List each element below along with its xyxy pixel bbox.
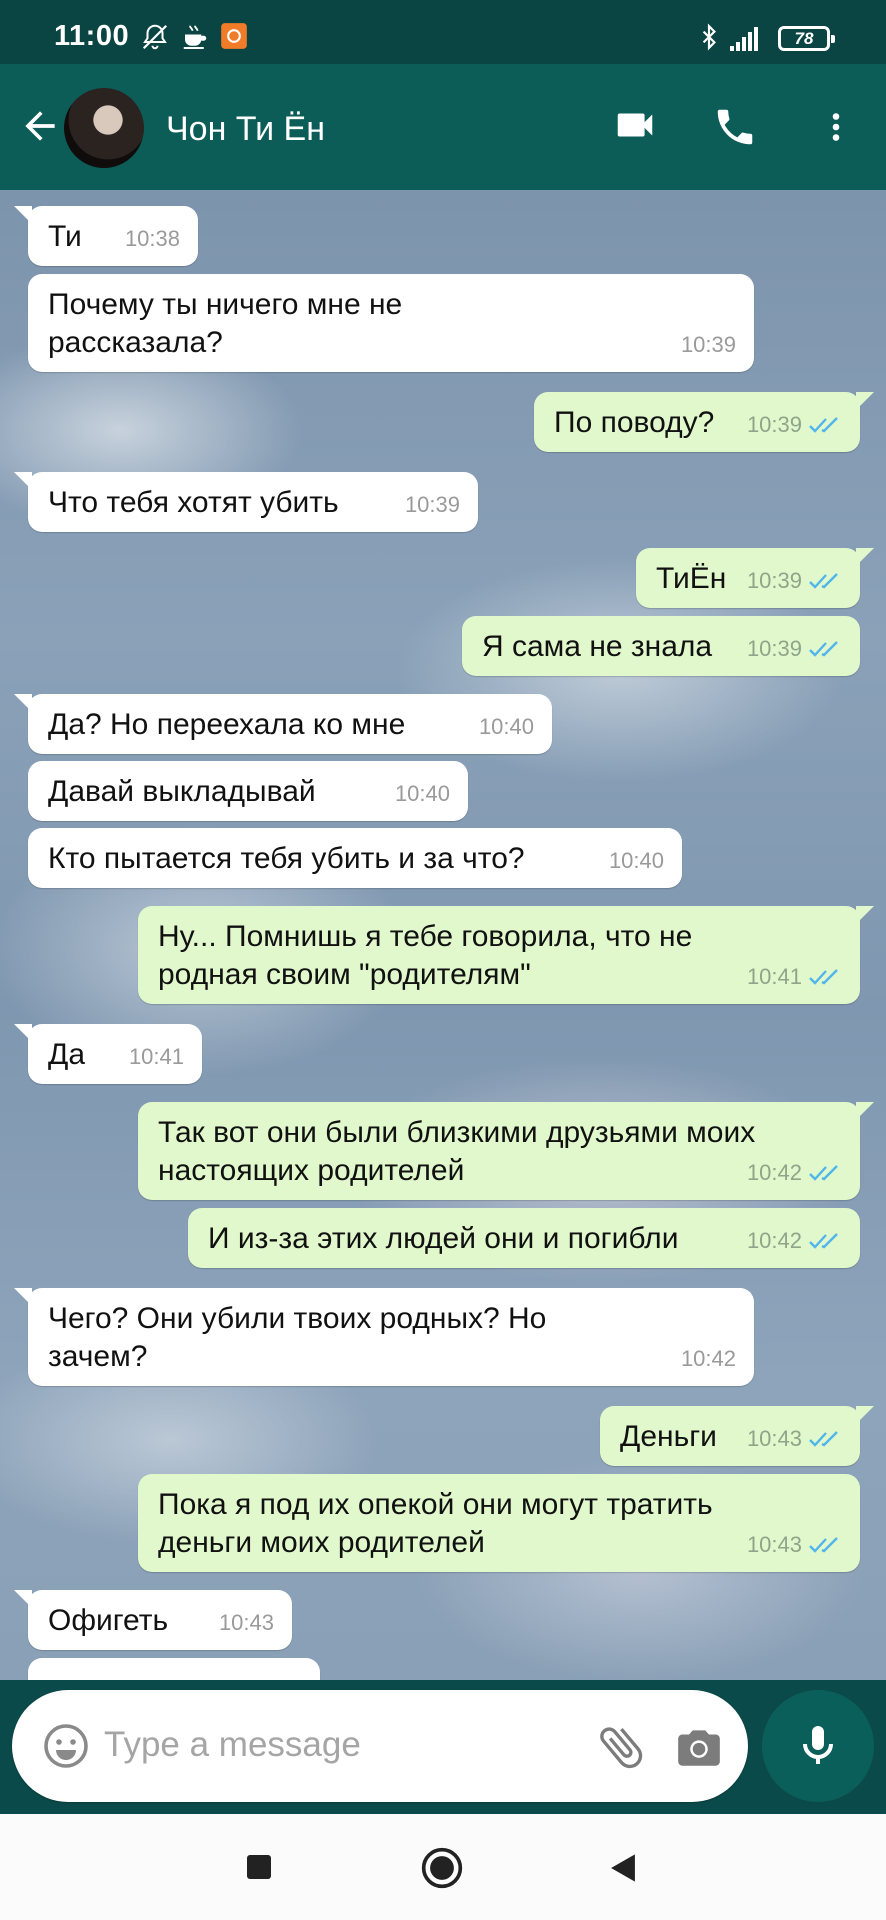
message-time: 10:39 — [747, 630, 842, 668]
message-time: 10:39 — [747, 562, 842, 600]
message-text: Давай выкладывай — [48, 775, 316, 808]
paperclip-icon[interactable] — [594, 1720, 648, 1774]
back-nav-icon[interactable] — [606, 1850, 640, 1886]
mic-button[interactable] — [762, 1690, 874, 1802]
recent-apps-icon[interactable] — [244, 1852, 274, 1882]
message-input[interactable] — [104, 1720, 484, 1770]
message-bubble[interactable]: Так вот они были близкими друзьями моих … — [138, 1102, 874, 1200]
message-bubble[interactable]: Ти 10:38 — [14, 206, 198, 266]
microphone-icon — [803, 1726, 833, 1764]
double-check-icon — [809, 969, 838, 985]
message-time: 10:43 — [747, 1526, 842, 1564]
message-bubble[interactable]: Офигеть 10:43 — [14, 1590, 292, 1650]
message-time: 10:39 — [747, 406, 842, 444]
message-bubble[interactable]: ТиЁн 10:39 — [636, 548, 874, 608]
arrow-left-icon[interactable] — [18, 104, 62, 148]
message-time: 10:42 — [747, 1222, 842, 1260]
message-time: 10:39 — [680, 332, 736, 357]
double-check-icon — [809, 1431, 838, 1447]
message-text: Кто пытается тебя убить и за что? — [48, 842, 525, 875]
message-bubble[interactable]: Почему ты ничего мне не рассказала? 10:3… — [28, 274, 754, 372]
message-bubble[interactable]: Деньги 10:43 — [600, 1406, 874, 1466]
double-check-icon — [809, 573, 838, 589]
message-time: 10:40 — [394, 781, 450, 806]
message-composer — [12, 1690, 748, 1802]
message-time: 10:41 — [747, 958, 842, 996]
phone-icon[interactable] — [712, 104, 758, 150]
signal-icon — [730, 27, 758, 51]
message-time: 10:41 — [128, 1044, 184, 1069]
message-time: 10:42 — [680, 1346, 736, 1371]
system-nav-bar — [0, 1814, 886, 1920]
chat-header: Чон Ти Ён — [0, 64, 886, 190]
status-bar: 11:00 78 — [0, 0, 886, 64]
camera-icon[interactable] — [674, 1722, 724, 1772]
status-time: 11:00 — [54, 20, 130, 52]
message-text: Почему ты ничего мне не рассказала? — [48, 288, 403, 359]
message-text: Что тебя хотят убить — [48, 486, 339, 519]
double-check-icon — [809, 417, 838, 433]
message-bubble[interactable]: Кто пытается тебя убить и за что? 10:40 — [28, 828, 682, 888]
bluetooth-icon — [702, 23, 716, 51]
message-text: Пока я под их опекой они могут тратить д… — [158, 1488, 713, 1559]
double-check-icon — [809, 641, 838, 657]
contact-name[interactable]: Чон Ти Ён — [166, 110, 325, 149]
message-time: 10:38 — [124, 226, 180, 251]
message-bubble[interactable]: И из-за этих людей они и погибли 10:42 — [188, 1208, 860, 1268]
message-text: Ну... Помнишь я тебе говорила, что не ро… — [158, 920, 693, 991]
double-check-icon — [809, 1165, 838, 1181]
message-time: 10:40 — [608, 848, 664, 873]
double-check-icon — [809, 1537, 838, 1553]
message-bubble[interactable]: Давай выкладывай 10:40 — [28, 761, 468, 821]
home-icon[interactable] — [420, 1846, 464, 1890]
message-time: 10:40 — [478, 714, 534, 739]
bell-off-icon — [142, 24, 168, 50]
message-text: Так вот они были близкими друзьями моих … — [158, 1116, 756, 1187]
contact-avatar[interactable] — [64, 88, 144, 168]
battery-indicator: 78 — [778, 26, 835, 51]
message-bubble[interactable]: Да? Но переехала ко мне 10:40 — [14, 694, 552, 754]
message-text: И из-за этих людей они и погибли — [208, 1222, 679, 1255]
video-camera-icon[interactable] — [612, 102, 658, 148]
message-text: Да? Но переехала ко мне — [48, 708, 406, 741]
message-bubble[interactable]: Да 10:41 — [14, 1024, 202, 1084]
message-bubble[interactable]: По поводу? 10:39 — [534, 392, 874, 452]
message-text: Чего? Они убили твоих родных? Но зачем? — [48, 1302, 547, 1373]
chat-area[interactable]: Ти 10:38 Почему ты ничего мне не рассказ… — [0, 190, 886, 1680]
emoji-icon[interactable] — [42, 1722, 90, 1770]
coffee-icon — [183, 25, 207, 49]
message-bubble[interactable]: Что тебя хотят убить 10:39 — [14, 472, 478, 532]
more-vert-icon[interactable] — [818, 104, 854, 150]
message-time: 10:43 — [747, 1420, 842, 1458]
message-bubble[interactable]: Ну... Помнишь я тебе говорила, что не ро… — [138, 906, 874, 1004]
message-time: 10:39 — [404, 492, 460, 517]
message-time: 10:43 — [218, 1610, 274, 1635]
message-bubble[interactable]: Я сама не знала 10:39 — [462, 616, 860, 676]
message-bubble[interactable]: Пока я под их опекой они могут тратить д… — [138, 1474, 860, 1572]
double-check-icon — [809, 1233, 838, 1249]
app-notification-icon — [221, 23, 247, 49]
message-bubble[interactable]: Чего? Они убили твоих родных? Но зачем? … — [14, 1288, 754, 1386]
message-time: 10:42 — [747, 1154, 842, 1192]
message-bubble-partial[interactable] — [28, 1658, 320, 1680]
